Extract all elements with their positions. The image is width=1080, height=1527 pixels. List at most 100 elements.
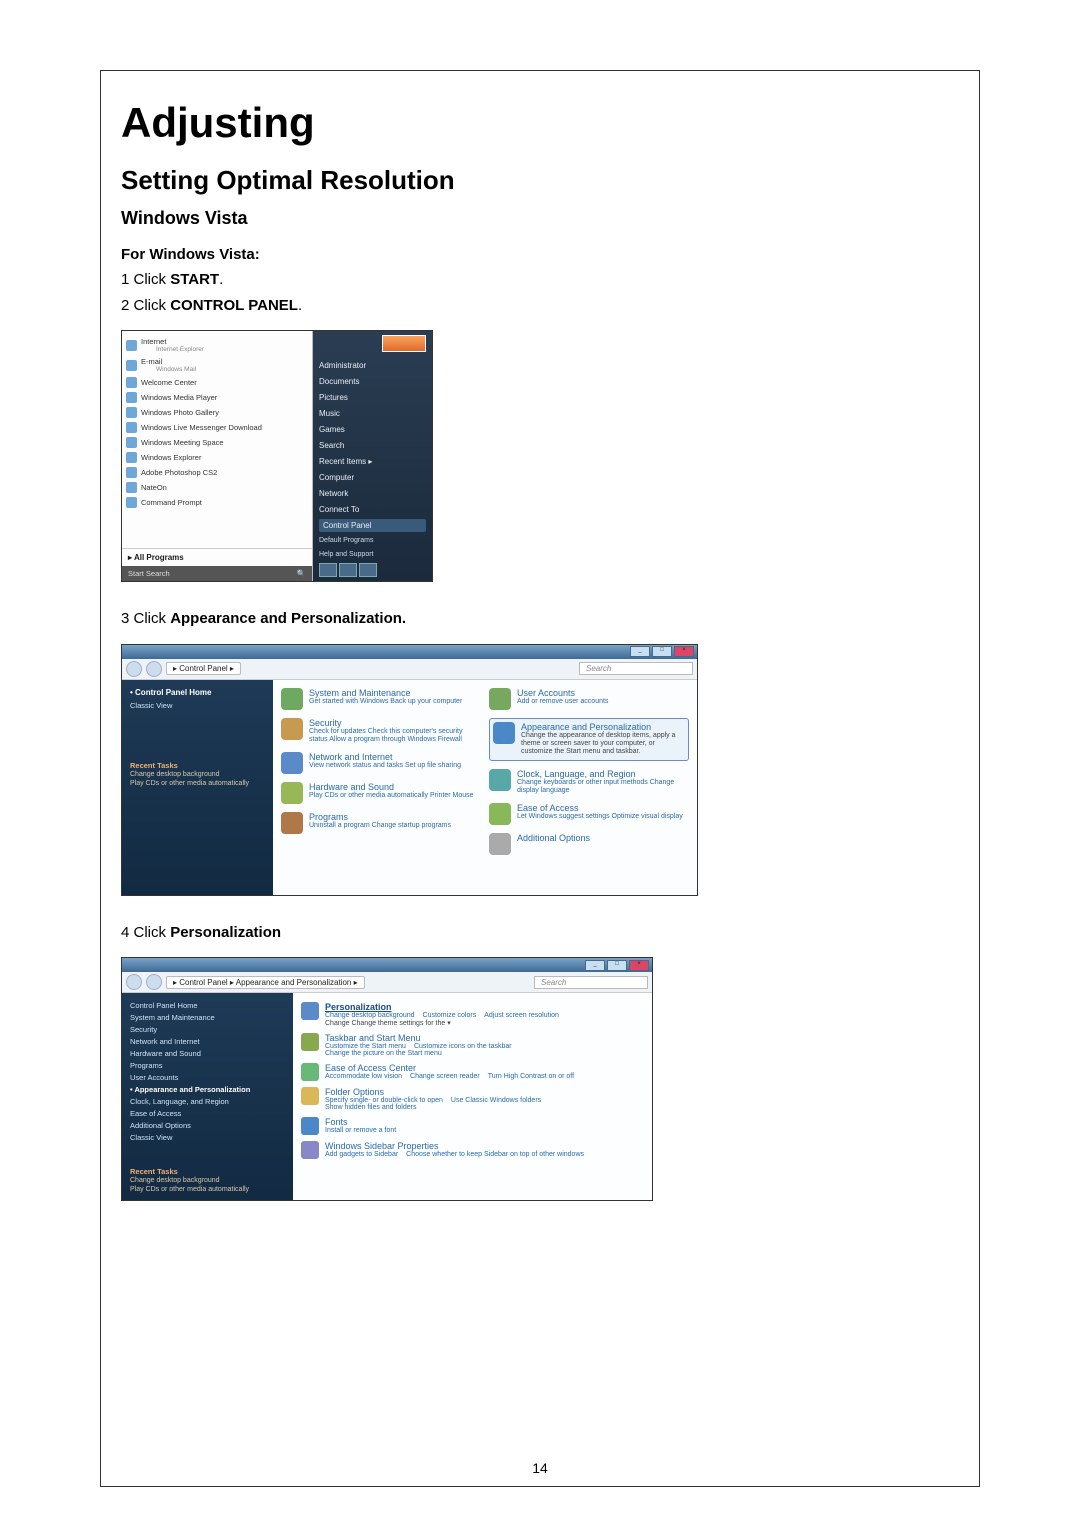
hardware-icon [281,782,303,804]
start-item-wmp[interactable]: Windows Media Player [126,390,308,405]
side-additional[interactable]: Additional Options [130,1119,285,1131]
sm-connect[interactable]: Connect To [319,503,426,516]
item-ease[interactable]: Ease of Access CenterAccommodate low vis… [301,1060,644,1084]
start-item-nateon[interactable]: NateOn [126,480,308,495]
cmd-icon [126,497,137,508]
sm-music[interactable]: Music [319,407,426,420]
start-item-explorer[interactable]: Windows Explorer [126,450,308,465]
side-users[interactable]: User Accounts [130,1071,285,1083]
start-item-photo[interactable]: Windows Photo Gallery [126,405,308,420]
breadcrumb[interactable]: ▸ Control Panel ▸ Appearance and Persona… [166,976,365,989]
window-titlebar: _ □ × [122,645,697,659]
cat-ease[interactable]: Ease of AccessLet Windows suggest settin… [489,803,689,825]
power-buttons[interactable] [319,563,426,577]
user-avatar-icon [382,335,426,352]
recent-task-1[interactable]: Change desktop background [130,770,265,779]
side-home[interactable]: Control Panel Home [130,999,285,1011]
ie-icon [126,340,137,351]
start-item-internet[interactable]: InternetInternet Explorer [126,335,308,355]
programs-icon [281,812,303,834]
item-folder[interactable]: Folder OptionsSpecify single- or double-… [301,1084,644,1114]
step-1: 1 Click START. [121,271,223,288]
cp-sidebar: Control Panel Home System and Maintenanc… [122,993,293,1200]
sm-recent[interactable]: Recent Items ▸ [319,455,426,468]
cat-security[interactable]: SecurityCheck for updates Check this com… [281,718,481,745]
welcome-icon [126,377,137,388]
photoshop-icon [126,467,137,478]
screenshot-start-menu: InternetInternet Explorer E-mailWindows … [121,330,959,582]
taskbar-icon [301,1033,319,1051]
appearance-list: Personalization Change desktop backgroun… [293,993,652,1200]
recent-task-2[interactable]: Play CDs or other media automatically [130,1185,285,1194]
sidebar-icon [301,1141,319,1159]
side-hardware[interactable]: Hardware and Sound [130,1047,285,1059]
sm-control-panel[interactable]: Control Panel [319,519,426,532]
users-icon [489,688,511,710]
side-classic[interactable]: Classic View [130,1131,285,1143]
maximize-button[interactable]: □ [652,646,672,657]
start-item-meeting[interactable]: Windows Meeting Space [126,435,308,450]
item-sidebar[interactable]: Windows Sidebar PropertiesAdd gadgets to… [301,1138,644,1162]
search-input[interactable]: Search [534,976,648,989]
side-security[interactable]: Security [130,1023,285,1035]
cat-users[interactable]: User AccountsAdd or remove user accounts [489,688,689,710]
item-fonts[interactable]: FontsInstall or remove a font [301,1114,644,1138]
start-item-cmd[interactable]: Command Prompt [126,495,308,510]
close-button[interactable]: × [629,960,649,971]
sm-pictures[interactable]: Pictures [319,391,426,404]
side-programs[interactable]: Programs [130,1059,285,1071]
cat-appearance[interactable]: Appearance and PersonalizationChange the… [489,718,689,761]
side-clock[interactable]: Clock, Language, and Region [130,1095,285,1107]
sm-games[interactable]: Games [319,423,426,436]
cat-programs[interactable]: ProgramsUninstall a program Change start… [281,812,481,834]
section-heading: Setting Optimal Resolution [121,165,959,196]
side-appearance[interactable]: • Appearance and Personalization [130,1083,285,1095]
start-search-input[interactable]: Start Search🔍 [122,566,312,581]
screenshot-appearance: _ □ × ▸ Control Panel ▸ Appearance and P… [121,957,959,1201]
clock-icon [489,769,511,791]
recent-task-1[interactable]: Change desktop background [130,1176,285,1185]
minimize-button[interactable]: _ [585,960,605,971]
cp-sidebar: • Control Panel Home Classic View Recent… [122,680,273,895]
breadcrumb[interactable]: ▸ Control Panel ▸ [166,662,241,675]
sidebar-home[interactable]: • Control Panel Home [130,688,265,697]
minimize-button[interactable]: _ [630,646,650,657]
cat-additional[interactable]: Additional Options [489,833,689,855]
side-system[interactable]: System and Maintenance [130,1011,285,1023]
search-input[interactable]: Search [579,662,693,675]
item-personalization[interactable]: Personalization Change desktop backgroun… [301,999,644,1030]
arrow-icon [359,563,377,577]
start-item-messenger[interactable]: Windows Live Messenger Download [126,420,308,435]
maximize-button[interactable]: □ [607,960,627,971]
meeting-icon [126,437,137,448]
lock-icon [339,563,357,577]
forward-button[interactable] [146,974,162,990]
back-button[interactable] [126,661,142,677]
sm-documents[interactable]: Documents [319,375,426,388]
cat-hardware[interactable]: Hardware and SoundPlay CDs or other medi… [281,782,481,804]
sm-search[interactable]: Search [319,439,426,452]
close-button[interactable]: × [674,646,694,657]
explorer-icon [126,452,137,463]
cat-network[interactable]: Network and InternetView network status … [281,752,481,774]
side-ease[interactable]: Ease of Access [130,1107,285,1119]
side-network[interactable]: Network and Internet [130,1035,285,1047]
user-name-label: Administrator [319,359,426,372]
all-programs-link[interactable]: ▸ All Programs [122,548,312,566]
back-button[interactable] [126,974,142,990]
recent-task-2[interactable]: Play CDs or other media automatically [130,779,265,788]
start-item-email[interactable]: E-mailWindows Mail [126,355,308,375]
network-icon [281,752,303,774]
sm-network[interactable]: Network [319,487,426,500]
system-icon [281,688,303,710]
cat-system[interactable]: System and MaintenanceGet started with W… [281,688,481,710]
cat-clock[interactable]: Clock, Language, and RegionChange keyboa… [489,769,689,796]
item-taskbar[interactable]: Taskbar and Start MenuCustomize the Star… [301,1030,644,1060]
start-item-photoshop[interactable]: Adobe Photoshop CS2 [126,465,308,480]
sidebar-classic[interactable]: Classic View [130,700,265,711]
sm-default-programs[interactable]: Default Programs [319,535,426,546]
sm-help[interactable]: Help and Support [319,549,426,560]
forward-button[interactable] [146,661,162,677]
sm-computer[interactable]: Computer [319,471,426,484]
start-item-welcome[interactable]: Welcome Center [126,375,308,390]
